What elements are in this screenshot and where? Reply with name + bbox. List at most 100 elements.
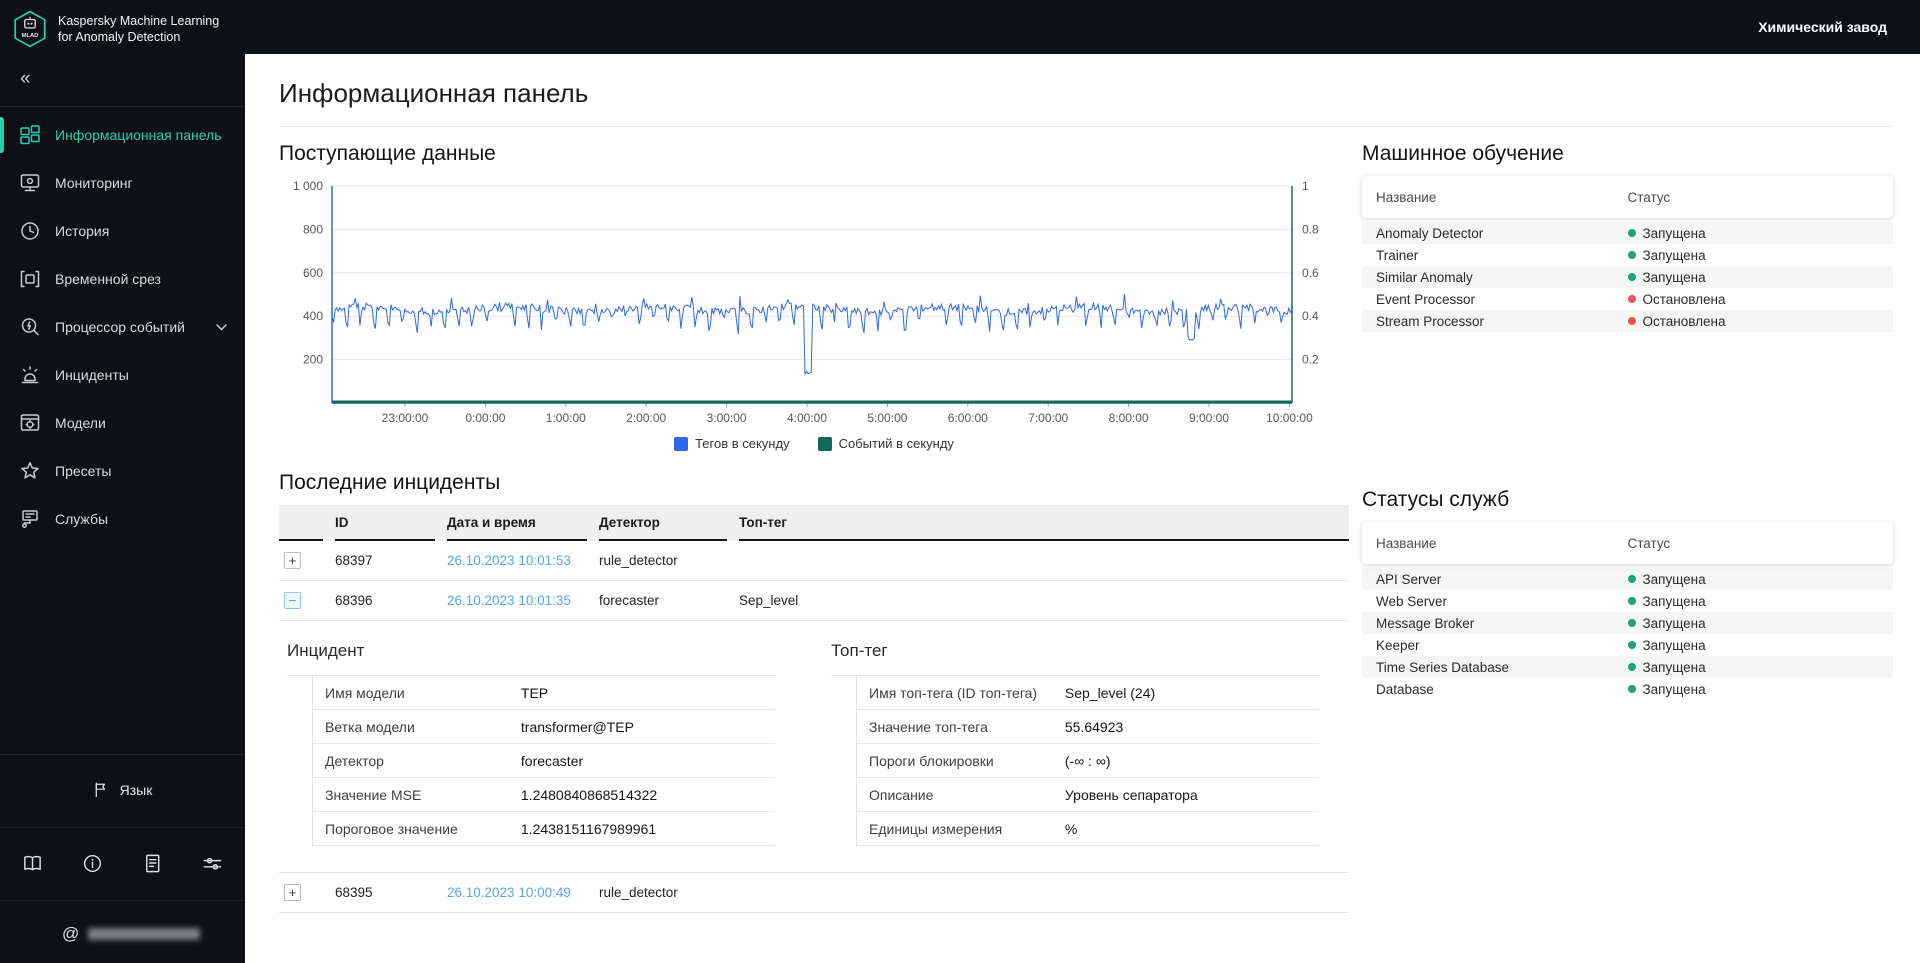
collapse-row-button[interactable]: − [284, 592, 301, 609]
status-dot [1627, 575, 1636, 583]
sidebar-divider [0, 827, 245, 828]
svg-text:8:00:00: 8:00:00 [1109, 411, 1149, 425]
incoming-data-chart-container: 1 000 1 800 0.8 600 0.6 400 0.4 200 0.2 23:00:00 0:… [279, 176, 1349, 451]
incident-detail: Инцидент Имя модели TEP Ветка модели tra… [279, 621, 1349, 873]
svg-text:0.6: 0.6 [1302, 266, 1319, 280]
services-icon [22, 510, 38, 528]
incoming-data-chart: 1 000 1 800 0.8 600 0.6 400 0.4 200 0.2 23:00:00 0:… [293, 179, 1319, 425]
sidebar-item-services[interactable]: Службы [0, 495, 245, 543]
legend-item-events[interactable]: Событий в секунду [817, 436, 954, 451]
detail-field-row: Имя модели TEP [313, 676, 775, 710]
mlad-logo-icon: MLAD [14, 10, 46, 47]
models-icon [20, 414, 40, 431]
status-dot [1627, 685, 1636, 693]
events-series-swatch [817, 436, 832, 451]
ml-table: Название Статус Anomaly Detector Запущен… [1362, 176, 1893, 332]
sidebar: MLAD Kaspersky Machine Learning for Anom… [0, 0, 245, 963]
user-icon: @ [62, 924, 80, 943]
sidebar-item-timeslice[interactable]: Временной срез [0, 255, 245, 303]
status-badge: Запущена [1642, 269, 1706, 285]
status-dot [1627, 317, 1636, 325]
svg-text:23:00:00: 23:00:00 [382, 411, 429, 425]
monitoring-icon [20, 174, 40, 192]
svg-text:MLAD: MLAD [22, 32, 39, 38]
incident-row[interactable]: + 68397 26.10.2023 10:01:53 rule_detecto… [279, 541, 1349, 581]
service-status-row: Keeper Запущена [1376, 637, 1706, 653]
incoming-data-title: Поступающие данные [279, 142, 496, 165]
presets-icon [21, 462, 39, 479]
svg-text:2:00:00: 2:00:00 [626, 411, 666, 425]
status-badge: Остановлена [1642, 313, 1726, 329]
sidebar-divider [0, 106, 245, 107]
timeslice-icon [20, 270, 40, 288]
status-badge: Запущена [1642, 571, 1706, 587]
status-badge: Запущена [1642, 225, 1706, 241]
svg-text:4:00:00: 4:00:00 [787, 411, 827, 425]
sidebar-item-incidents[interactable]: Инциденты [0, 351, 245, 399]
ml-service-row: Trainer Запущена [1376, 247, 1706, 263]
incidents-icon [21, 366, 39, 384]
svg-text:600: 600 [303, 266, 323, 280]
user-email-masked [88, 928, 201, 940]
service-status-row: API Server Запущена [1362, 568, 1893, 590]
svg-text:200: 200 [303, 353, 323, 367]
svg-text:10:00:00: 10:00:00 [1266, 411, 1313, 425]
sidebar-item-dashboard[interactable]: Информационная панель [0, 111, 245, 159]
incident-detail-section: Инцидент Имя модели TEP Ветка модели tra… [287, 641, 775, 846]
detail-field-row: Единицы измерения % [857, 812, 1319, 846]
ml-table-header: Название Статус [1362, 176, 1893, 218]
tags-series-swatch [674, 436, 689, 451]
detail-field-row: Пороги блокировки (-∞ : ∞) [857, 744, 1319, 778]
chart-legend: Тегов в секунду Событий в секунду [279, 436, 1349, 451]
status-dot [1627, 229, 1636, 237]
svg-text:400: 400 [303, 309, 323, 323]
sidebar-item-models[interactable]: Модели [0, 399, 245, 447]
dashboard-icon [20, 125, 40, 145]
svg-text:0.4: 0.4 [1302, 309, 1319, 323]
incident-date-link[interactable]: 26.10.2023 10:01:53 [447, 553, 587, 568]
status-badge: Запущена [1642, 659, 1706, 675]
ml-service-row: Similar Anomaly Запущена [1362, 266, 1893, 288]
detail-field-row: Значение MSE 1.2480840868514322 [313, 778, 775, 812]
status-badge: Запущена [1642, 593, 1706, 609]
sidebar-item-history[interactable]: История [0, 207, 245, 255]
ml-service-row: Stream Processor Остановлена [1362, 310, 1893, 332]
sidebar-item-event-processor[interactable]: Процессор событий [0, 303, 245, 351]
sidebar-item-monitoring[interactable]: Мониторинг [0, 159, 245, 207]
settings-sliders-icon[interactable] [202, 853, 223, 874]
expand-row-button[interactable]: + [284, 552, 301, 569]
sidebar-item-presets[interactable]: Пресеты [0, 447, 245, 495]
license-icon[interactable] [142, 853, 163, 874]
language-button[interactable]: Язык [0, 759, 245, 821]
ml-service-row: Event Processor Остановлена [1376, 291, 1726, 307]
chevron-down-icon [216, 323, 227, 330]
svg-text:5:00:00: 5:00:00 [867, 411, 907, 425]
info-icon[interactable] [82, 853, 103, 874]
ml-title: Машинное обучение [1362, 142, 1564, 165]
incident-row[interactable]: + 68395 26.10.2023 10:00:49 rule_detecto… [279, 873, 1349, 913]
history-icon [21, 222, 39, 240]
page-title: Информационная панель [279, 78, 589, 108]
service-statuses-title: Статусы служб [1362, 488, 1510, 511]
active-indicator [0, 117, 4, 153]
incident-date-link[interactable]: 26.10.2023 10:00:49 [447, 885, 587, 900]
sidebar-footer-icons [0, 832, 245, 894]
svg-text:3:00:00: 3:00:00 [707, 411, 747, 425]
service-status-row: Message Broker Запущена [1362, 612, 1893, 634]
expand-row-button[interactable]: + [284, 884, 301, 901]
status-badge: Запущена [1642, 637, 1706, 653]
legend-item-tags[interactable]: Тегов в секунду [674, 436, 790, 451]
top-bar: Химический завод [0, 0, 1920, 54]
ml-service-row: Anomaly Detector Запущена [1362, 222, 1893, 244]
incidents-table: ID Дата и время Детектор Топ-тег + 68397… [279, 505, 1349, 913]
incident-date-link[interactable]: 26.10.2023 10:01:35 [447, 593, 587, 608]
user-account-row: @ [0, 905, 245, 963]
status-badge: Остановлена [1642, 291, 1726, 307]
guide-book-icon[interactable] [22, 853, 43, 874]
incident-row[interactable]: − 68396 26.10.2023 10:01:35 forecaster S… [279, 581, 1349, 621]
status-badge: Запущена [1642, 681, 1706, 697]
sidebar-collapse-button[interactable]: « [0, 54, 50, 100]
service-statuses-table: Название Статус API Server Запущена Web … [1362, 522, 1893, 700]
status-dot [1627, 295, 1636, 303]
detail-field-row: Детектор forecaster [313, 744, 775, 778]
